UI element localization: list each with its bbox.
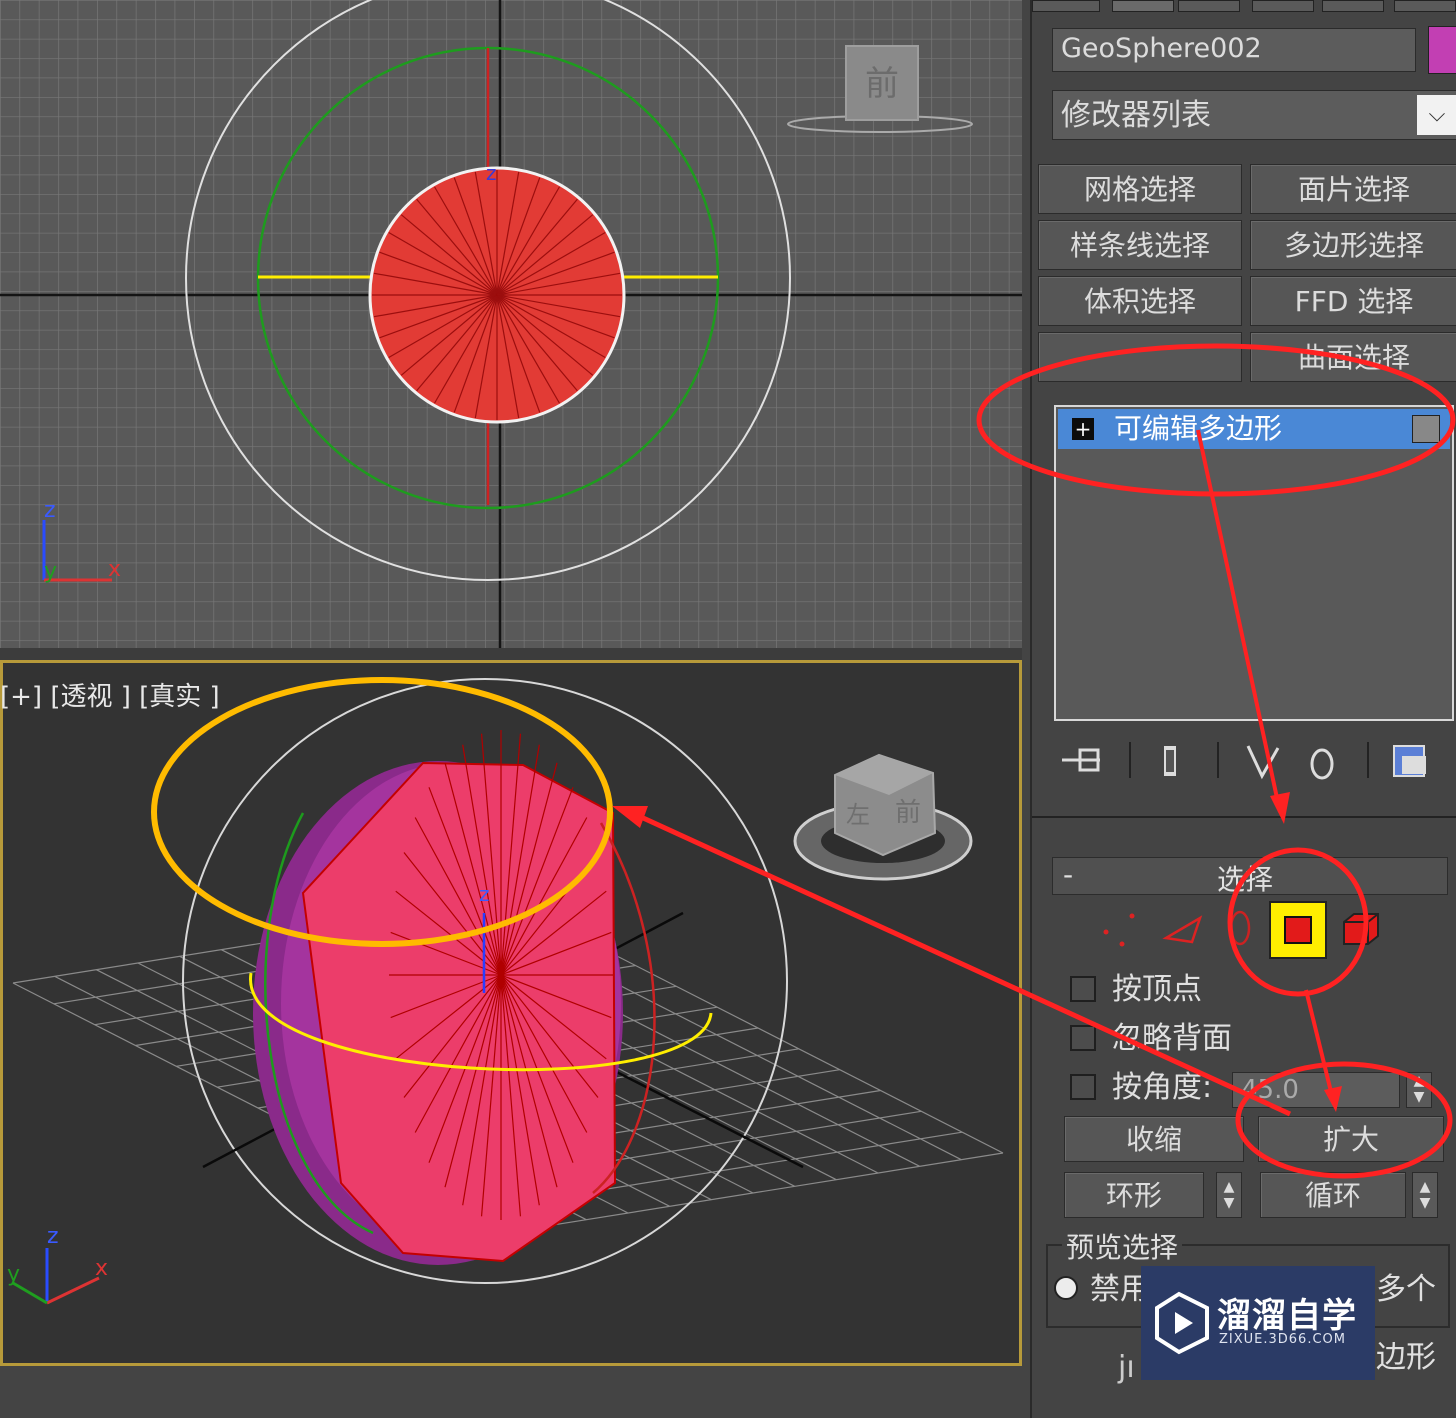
modifier-stack[interactable]: + 可编辑多边形 bbox=[1054, 405, 1454, 721]
stack-toolbar bbox=[1062, 742, 1426, 780]
ignore-backfacing-label: 忽略背面 bbox=[1112, 1021, 1232, 1056]
expand-plus-icon[interactable]: + bbox=[1072, 418, 1094, 440]
viewport-separator bbox=[0, 648, 1022, 660]
viewcube-persp-label-front: 前 bbox=[895, 798, 921, 828]
border-mode-icon[interactable] bbox=[1229, 910, 1251, 946]
by-angle-checkbox[interactable] bbox=[1070, 1074, 1096, 1100]
front-z-label: z bbox=[486, 161, 497, 185]
ignore-backfacing-checkbox[interactable] bbox=[1070, 1025, 1096, 1051]
panel-tab-modify[interactable] bbox=[1112, 0, 1174, 12]
by-vertex-label: 按顶点 bbox=[1112, 972, 1202, 1007]
perspective-viewport[interactable]: z 前 左 z y x bbox=[0, 660, 1022, 1366]
spline-select-button[interactable]: 样条线选择 bbox=[1038, 220, 1242, 270]
persp-axis-y: y bbox=[7, 1262, 20, 1287]
preview-selection-label: 预览选择 bbox=[1062, 1226, 1183, 1266]
perspective-viewport-label[interactable]: [+] [透视 ] [真实 ] bbox=[0, 676, 220, 713]
grow-button[interactable]: 扩大 bbox=[1258, 1116, 1444, 1162]
angle-value-field[interactable]: 45.0 bbox=[1232, 1072, 1400, 1108]
loop-spinner[interactable]: ▲ ▼ bbox=[1412, 1172, 1438, 1218]
persp-axis-z: z bbox=[47, 1224, 59, 1249]
stack-item-toggle-icon[interactable] bbox=[1412, 415, 1440, 443]
object-color-swatch[interactable] bbox=[1428, 26, 1456, 74]
subobject-toolbar bbox=[1103, 901, 1379, 959]
surface-select-button[interactable]: 曲面选择 bbox=[1250, 332, 1456, 382]
ring-button[interactable]: 环形 bbox=[1064, 1172, 1204, 1218]
watermark-subtitle: ZIXUE.3D66.COM bbox=[1219, 1332, 1346, 1347]
panel-tab-hierarchy[interactable] bbox=[1178, 0, 1240, 12]
front-axis-y: y bbox=[44, 559, 57, 584]
watermark-title: 溜溜自学 bbox=[1217, 1296, 1357, 1336]
front-axis-x: x bbox=[108, 557, 121, 582]
persp-z-label: z bbox=[479, 882, 490, 906]
panel-tab-motion[interactable] bbox=[1252, 0, 1314, 12]
chevron-down-icon[interactable]: ⌵ bbox=[1417, 95, 1456, 135]
front-axis-z: z bbox=[44, 498, 56, 523]
perspective-viewport-canvas: z 前 左 z y x bbox=[7, 678, 1004, 1305]
viewcube-front-label: 前 bbox=[865, 64, 899, 104]
front-viewport[interactable]: z 前 z y x bbox=[0, 0, 1022, 648]
stack-item-editable-poly[interactable]: + 可编辑多边形 bbox=[1058, 409, 1450, 449]
ring-spinner[interactable]: ▲ ▼ bbox=[1216, 1172, 1242, 1218]
modifier-list-label: 修改器列表 bbox=[1061, 98, 1211, 133]
polygon-mode-icon[interactable] bbox=[1269, 901, 1327, 959]
by-angle-label: 按角度: bbox=[1112, 1070, 1213, 1105]
persp-axis-x: x bbox=[95, 1256, 108, 1281]
watermark-fragment-text: jı bbox=[1118, 1350, 1135, 1385]
preview-polygon-label: 边形 bbox=[1376, 1340, 1436, 1375]
empty-modifier-button[interactable] bbox=[1038, 332, 1242, 382]
play-logo-icon bbox=[1155, 1291, 1209, 1355]
selection-rollout-header[interactable]: - 选择 bbox=[1052, 857, 1448, 896]
volume-select-button[interactable]: 体积选择 bbox=[1038, 276, 1242, 326]
loop-button[interactable]: 循环 bbox=[1260, 1172, 1406, 1218]
preview-disable-radio[interactable] bbox=[1054, 1276, 1078, 1300]
poly-select-button[interactable]: 多边形选择 bbox=[1250, 220, 1456, 270]
shrink-button[interactable]: 收缩 bbox=[1064, 1116, 1244, 1162]
viewcube-perspective[interactable]: 前 左 bbox=[793, 753, 973, 881]
show-end-result-icon[interactable] bbox=[1164, 746, 1176, 776]
mesh-select-button[interactable]: 网格选择 bbox=[1038, 164, 1242, 214]
panel-tab-display[interactable] bbox=[1322, 0, 1384, 12]
object-name-field[interactable]: GeoSphere002 bbox=[1052, 28, 1416, 72]
element-mode-icon[interactable] bbox=[1343, 913, 1379, 945]
watermark-badge: 溜溜自学 ZIXUE.3D66.COM bbox=[1141, 1266, 1375, 1380]
remove-modifier-icon[interactable] bbox=[1310, 748, 1334, 780]
rollout-collapse-toggle[interactable]: - bbox=[1063, 858, 1073, 891]
edge-mode-icon[interactable] bbox=[1162, 915, 1203, 944]
command-panel: GeoSphere002 修改器列表 ⌵ 网格选择 面片选择 样条线选择 多边形… bbox=[1030, 0, 1456, 1418]
by-vertex-checkbox[interactable] bbox=[1070, 976, 1096, 1002]
front-viewport-canvas: z 前 z y x bbox=[0, 0, 1022, 648]
preview-multi-label: 多个 bbox=[1376, 1272, 1436, 1307]
pin-stack-icon[interactable] bbox=[1062, 748, 1100, 772]
ffd-select-button[interactable]: FFD 选择 bbox=[1250, 276, 1456, 326]
rollout-title: 选择 bbox=[1217, 863, 1274, 896]
panel-tab-utilities[interactable] bbox=[1394, 0, 1456, 12]
configure-sets-icon[interactable] bbox=[1393, 745, 1426, 777]
panel-divider bbox=[1032, 816, 1456, 818]
modifier-list-dropdown[interactable]: 修改器列表 ⌵ bbox=[1052, 90, 1456, 140]
patch-select-button[interactable]: 面片选择 bbox=[1250, 164, 1456, 214]
viewcube-persp-label-left: 左 bbox=[846, 801, 870, 829]
angle-spinner[interactable]: ▲ ▼ bbox=[1406, 1072, 1432, 1108]
panel-tab-create[interactable] bbox=[1032, 0, 1100, 12]
vertex-mode-icon[interactable] bbox=[1103, 913, 1135, 947]
persp-axis-tripod: z y x bbox=[7, 1224, 108, 1305]
make-unique-icon[interactable] bbox=[1246, 745, 1280, 780]
stack-item-label: 可编辑多边形 bbox=[1114, 412, 1283, 445]
